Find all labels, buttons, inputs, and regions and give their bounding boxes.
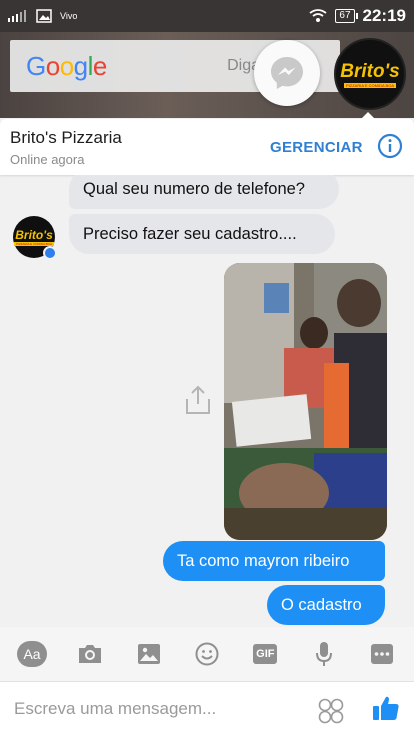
message-input[interactable] xyxy=(14,699,304,719)
emoji-icon xyxy=(195,642,219,666)
messenger-chat-head[interactable] xyxy=(254,40,320,106)
like-thumbs-up-icon[interactable] xyxy=(372,694,400,722)
composer-toolbar: Aa GIF xyxy=(0,627,414,681)
gallery-notification-icon xyxy=(36,9,52,23)
battery-indicator: 67 xyxy=(335,9,358,23)
incoming-message[interactable]: Preciso fazer seu cadastro.... xyxy=(69,214,335,254)
more-icon xyxy=(370,644,393,664)
more-options-button[interactable] xyxy=(367,639,397,669)
status-bar: Vivo 67 22:19 xyxy=(0,0,414,32)
messenger-icon xyxy=(271,57,303,89)
emoji-button[interactable] xyxy=(192,639,222,669)
info-icon[interactable] xyxy=(377,133,403,159)
text-style-button[interactable]: Aa xyxy=(17,639,47,669)
gif-button[interactable]: GIF xyxy=(250,639,280,669)
message-composer xyxy=(0,681,414,736)
gif-icon: GIF xyxy=(253,644,278,664)
google-logo: Google xyxy=(26,50,107,81)
sticker-icon[interactable] xyxy=(318,698,344,724)
image-icon xyxy=(137,644,160,664)
messenger-badge-icon xyxy=(43,246,57,260)
incoming-message[interactable]: Qual seu numero de telefone? xyxy=(69,175,339,209)
photo-image xyxy=(224,263,387,540)
share-icon[interactable] xyxy=(184,385,212,415)
signal-icon xyxy=(8,10,26,22)
clock: 22:19 xyxy=(362,6,406,25)
gallery-button[interactable] xyxy=(134,639,164,669)
outgoing-message[interactable]: O cadastro xyxy=(267,585,385,625)
brand-logo-subtitle: PIZZARIA E COMIDA BOA xyxy=(343,82,396,88)
message-thread[interactable]: Qual seu numero de telefone? Preciso faz… xyxy=(0,175,414,627)
microphone-icon xyxy=(315,642,332,666)
wifi-icon xyxy=(309,9,327,22)
voice-button[interactable] xyxy=(309,639,339,669)
contact-status: Online agora xyxy=(10,152,85,167)
shared-photo[interactable] xyxy=(224,263,387,540)
camera-icon xyxy=(79,645,102,663)
chat-header: Brito's Pizzaria Online agora GERENCIAR xyxy=(0,119,414,175)
camera-button[interactable] xyxy=(75,639,105,669)
carrier-label: Vivo xyxy=(60,11,78,21)
manage-button[interactable]: GERENCIAR xyxy=(270,139,363,156)
brand-logo-text: Brito's xyxy=(340,60,400,82)
text-style-icon: Aa xyxy=(17,641,47,667)
outgoing-message[interactable]: Ta como mayron ribeiro xyxy=(163,541,385,581)
contact-name: Brito's Pizzaria xyxy=(10,128,122,147)
brito-chat-head[interactable]: Brito's PIZZARIA E COMIDA BOA xyxy=(334,38,406,110)
contact-avatar[interactable]: Brito's PIZZARIA E COMIDA BOA xyxy=(13,216,57,260)
avatar-logo-text: Brito's xyxy=(15,228,53,242)
